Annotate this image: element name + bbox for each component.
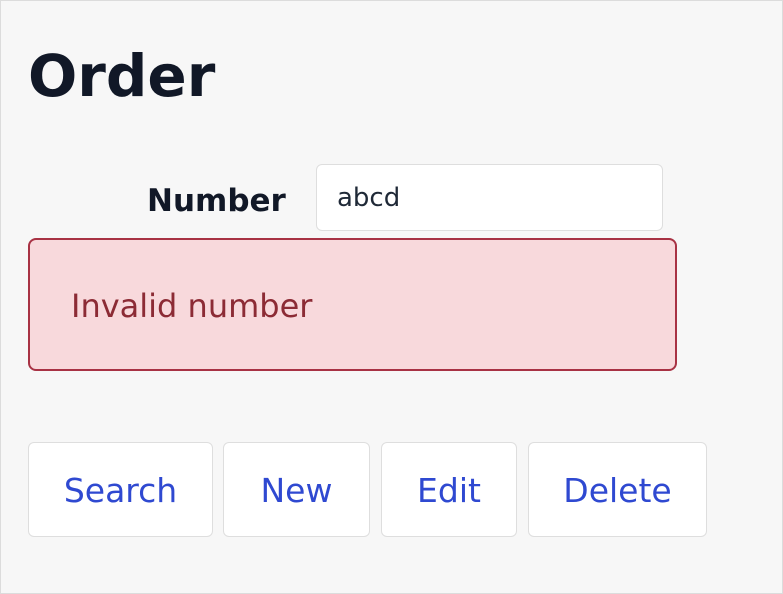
error-alert: Invalid number bbox=[28, 238, 677, 371]
order-page: Order Number Invalid number Search New E… bbox=[0, 0, 783, 594]
page-title: Order bbox=[28, 42, 216, 110]
new-button[interactable]: New bbox=[223, 442, 370, 537]
edit-button[interactable]: Edit bbox=[381, 442, 517, 537]
error-message: Invalid number bbox=[71, 287, 313, 325]
number-label: Number bbox=[147, 183, 286, 219]
delete-button[interactable]: Delete bbox=[528, 442, 707, 537]
search-button[interactable]: Search bbox=[28, 442, 213, 537]
number-input[interactable] bbox=[316, 164, 663, 231]
